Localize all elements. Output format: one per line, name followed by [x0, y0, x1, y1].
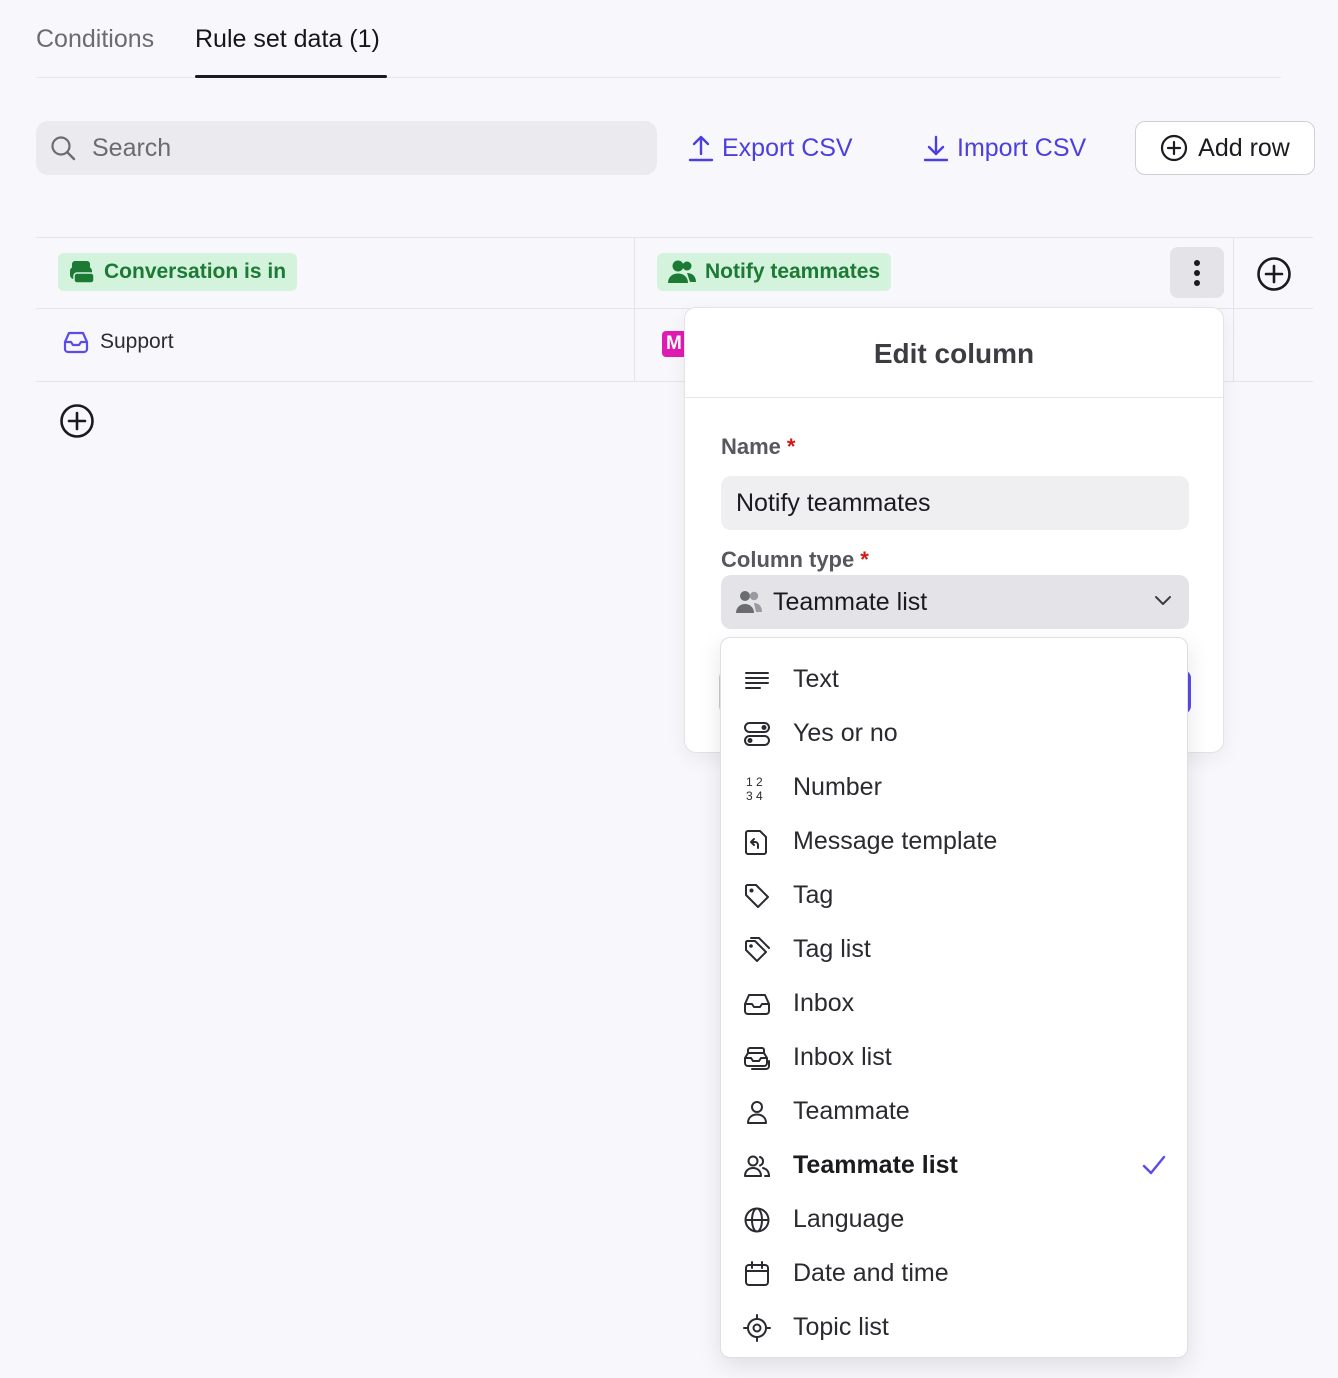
name-label: Name *: [721, 434, 795, 460]
column-type-label: Column type *: [721, 547, 869, 573]
chevron-down-icon: [1153, 593, 1173, 607]
menu-item-label: Message template: [793, 827, 998, 855]
menu-item-tag-list[interactable]: Tag list: [721, 922, 1187, 976]
menu-item-message-template[interactable]: Message template: [721, 814, 1187, 868]
menu-item-label: Language: [793, 1205, 905, 1233]
toggle-icon: [743, 720, 771, 748]
menu-item-label: Text: [793, 665, 839, 693]
message-template-icon: [743, 828, 771, 856]
required-marker: *: [786, 434, 796, 459]
menu-item-label: Inbox: [793, 989, 855, 1017]
globe-icon: [743, 1206, 771, 1234]
people-icon: [735, 589, 763, 615]
divider: [685, 397, 1223, 398]
teammate-list-icon: [667, 259, 697, 285]
required-marker: *: [860, 547, 869, 572]
column-header-label: Notify teammates: [705, 260, 881, 283]
column-menu-button[interactable]: [1170, 247, 1224, 298]
menu-item-teammate[interactable]: Teammate: [721, 1084, 1187, 1138]
column-divider: [1233, 237, 1234, 382]
tab-rule-set-data[interactable]: Rule set data (1): [195, 25, 380, 54]
plus-circle-icon: [59, 403, 95, 439]
table-top-border: [36, 237, 1313, 238]
menu-item-label: Topic list: [793, 1313, 889, 1341]
column-header-conversation-is-in[interactable]: Conversation is in: [58, 253, 298, 291]
column-type-label-text: Column type: [721, 547, 855, 572]
menu-item-text[interactable]: Text: [721, 652, 1187, 706]
export-csv-label: Export CSV: [722, 133, 853, 162]
import-csv-button[interactable]: Import CSV: [923, 128, 1086, 168]
add-row-label: Add row: [1198, 133, 1290, 162]
tag-icon: [743, 882, 771, 910]
tag-list-icon: [743, 936, 771, 964]
inbox-icon: [743, 990, 771, 1018]
inbox-list-icon: [743, 1044, 771, 1072]
menu-item-label: Number: [793, 773, 882, 801]
calendar-icon: [743, 1260, 771, 1288]
menu-item-topic-list[interactable]: Topic list: [721, 1300, 1187, 1354]
add-column-button[interactable]: [1256, 256, 1292, 292]
table-cell-conversation-is-in[interactable]: Support: [62, 330, 174, 354]
more-vertical-icon: [1193, 258, 1201, 288]
cell-text: Support: [100, 330, 174, 353]
inbox-icon: [62, 330, 90, 354]
download-icon: [923, 134, 949, 162]
inbox-list-icon: [68, 259, 96, 285]
menu-item-yes-or-no[interactable]: Yes or no: [721, 706, 1187, 760]
menu-item-label: Tag: [793, 881, 834, 909]
column-type-menu: Text Yes or no 1 23 4 Number Message tem…: [720, 637, 1188, 1358]
tab-bar: Conditions Rule set data (1): [36, 0, 1281, 78]
plus-circle-icon: [1256, 256, 1292, 292]
name-input[interactable]: [721, 476, 1189, 530]
search-field[interactable]: [36, 121, 657, 175]
menu-item-label: Tag list: [793, 935, 871, 963]
menu-item-number[interactable]: 1 23 4 Number: [721, 760, 1187, 814]
menu-item-label: Teammate list: [793, 1151, 958, 1179]
text-lines-icon: [743, 666, 771, 694]
menu-item-label: Teammate: [793, 1097, 910, 1125]
menu-item-inbox[interactable]: Inbox: [721, 976, 1187, 1030]
person-icon: [743, 1098, 771, 1126]
menu-item-inbox-list[interactable]: Inbox list: [721, 1030, 1187, 1084]
menu-item-label: Yes or no: [793, 719, 898, 747]
search-input[interactable]: [92, 121, 632, 175]
column-divider: [634, 237, 635, 382]
menu-item-label: Inbox list: [793, 1043, 892, 1071]
panel-title: Edit column: [873, 338, 1035, 369]
numbers-icon: 1 23 4: [743, 774, 771, 802]
column-type-select[interactable]: Teammate list: [721, 575, 1189, 629]
import-csv-label: Import CSV: [957, 133, 1087, 162]
column-header-notify-teammates[interactable]: Notify teammates: [657, 253, 892, 291]
menu-item-language[interactable]: Language: [721, 1192, 1187, 1246]
svg-text:3 4: 3 4: [746, 789, 763, 802]
search-icon: [50, 135, 76, 161]
add-row-inline-button[interactable]: [59, 403, 95, 439]
tab-conditions[interactable]: Conditions: [36, 25, 154, 54]
upload-icon: [688, 134, 714, 162]
menu-item-date-and-time[interactable]: Date and time: [721, 1246, 1187, 1300]
plus-circle-icon: [1160, 134, 1188, 162]
target-icon: [743, 1314, 771, 1342]
name-label-text: Name: [721, 434, 781, 459]
people-icon: [743, 1152, 771, 1180]
menu-item-label: Date and time: [793, 1259, 949, 1287]
checkmark-icon: [1141, 1154, 1167, 1176]
svg-text:1 2: 1 2: [746, 775, 763, 789]
active-tab-indicator: [195, 75, 387, 78]
add-row-button[interactable]: Add row: [1135, 121, 1315, 175]
column-header-label: Conversation is in: [104, 260, 287, 283]
menu-item-teammate-list[interactable]: Teammate list: [721, 1138, 1187, 1192]
column-type-value: Teammate list: [773, 587, 928, 616]
export-csv-button[interactable]: Export CSV: [688, 128, 853, 168]
menu-item-tag[interactable]: Tag: [721, 868, 1187, 922]
